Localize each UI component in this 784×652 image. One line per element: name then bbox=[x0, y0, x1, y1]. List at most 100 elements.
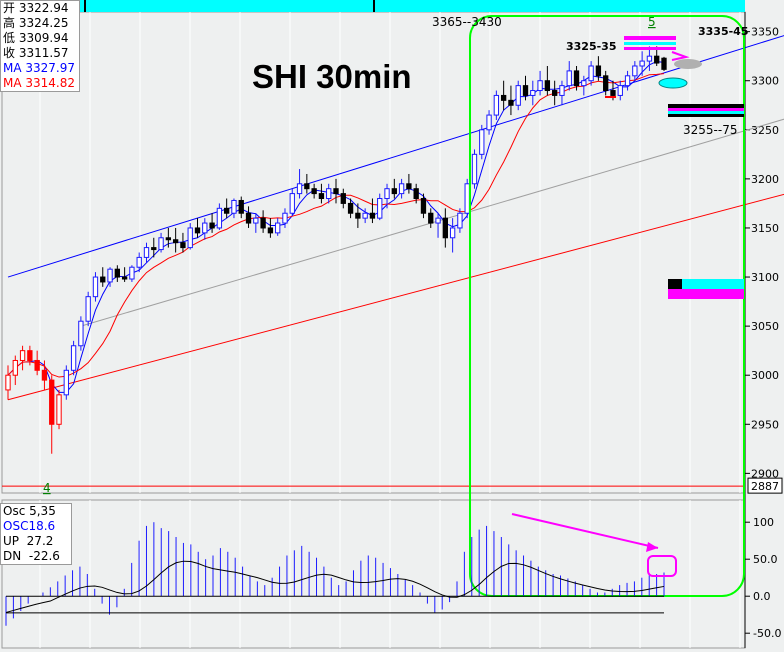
candle-body bbox=[245, 212, 252, 224]
candle-body bbox=[355, 212, 361, 219]
candle-body bbox=[347, 202, 354, 214]
candle-body bbox=[78, 320, 84, 347]
cyan-zone-bar bbox=[624, 42, 676, 45]
candle-body bbox=[282, 212, 288, 224]
candle-body bbox=[493, 94, 500, 116]
candle-body bbox=[129, 266, 135, 280]
osc-tick-label: 100 bbox=[753, 516, 774, 529]
candle-body bbox=[391, 188, 397, 195]
range-label: 3365--3430 bbox=[432, 15, 502, 29]
gray-ellipse bbox=[674, 59, 702, 69]
candle-body bbox=[311, 188, 317, 195]
candle-body bbox=[143, 247, 150, 258]
top-color-bar bbox=[80, 0, 745, 12]
price-tick-label: 3150 bbox=[751, 222, 779, 235]
osc-panel bbox=[1, 499, 746, 649]
candle-body bbox=[34, 359, 40, 371]
candle-body bbox=[508, 99, 514, 106]
level-3325-label: 3325-35 bbox=[566, 40, 617, 53]
osc-tick-label: -50.0 bbox=[753, 627, 781, 640]
candle-body bbox=[362, 212, 368, 219]
candle-body bbox=[41, 369, 48, 381]
candle-body bbox=[435, 217, 441, 224]
candle-body bbox=[661, 57, 667, 70]
high-value: 3324.25 bbox=[18, 16, 69, 30]
price-tick-label: 3300 bbox=[751, 75, 779, 88]
candle-body bbox=[588, 65, 594, 82]
candle-body bbox=[581, 80, 587, 87]
candle-body bbox=[340, 193, 346, 204]
candle-body bbox=[632, 65, 638, 77]
osc-tick-label: 50.0 bbox=[753, 553, 778, 566]
candle-body bbox=[646, 55, 653, 62]
candle-body bbox=[479, 129, 485, 155]
candle-body bbox=[114, 268, 120, 278]
current-price-label: 2887 bbox=[751, 480, 779, 493]
high-row: 高 3324.25 bbox=[3, 16, 69, 30]
candle-body bbox=[442, 217, 448, 239]
candle-body bbox=[27, 350, 33, 361]
wave5-label: 5 bbox=[648, 15, 656, 29]
candle-body bbox=[654, 55, 660, 64]
price-tick-label: 3000 bbox=[751, 369, 779, 382]
candle-body bbox=[63, 369, 69, 396]
candle-body bbox=[610, 90, 616, 96]
candle-body bbox=[202, 222, 208, 234]
zone-magenta-block bbox=[668, 289, 744, 299]
candle-body bbox=[420, 198, 427, 214]
cyan-ellipse bbox=[658, 77, 688, 89]
candle-body bbox=[457, 212, 463, 229]
candle-body bbox=[172, 239, 179, 244]
candle-body bbox=[559, 85, 565, 96]
magenta-zone-bar bbox=[624, 36, 676, 40]
candle-body bbox=[238, 199, 244, 214]
candle-body bbox=[413, 188, 419, 200]
chart-title: SHI 30min bbox=[252, 58, 412, 95]
candle-body bbox=[275, 222, 281, 234]
zone-black-bar bbox=[668, 104, 744, 108]
candle-body bbox=[515, 85, 521, 106]
candle-body bbox=[566, 70, 572, 87]
candle-body bbox=[449, 227, 456, 239]
osc-tick-label: 0.0 bbox=[753, 590, 771, 603]
osc-up-row: UP 27.2 bbox=[3, 534, 54, 548]
zone-cyan-block bbox=[682, 279, 744, 289]
candle-body bbox=[70, 345, 77, 371]
candle-body bbox=[194, 227, 201, 234]
candle-body bbox=[209, 222, 215, 229]
candle-body bbox=[304, 183, 310, 190]
candle-body bbox=[406, 183, 412, 190]
chart-window: { "chart_data": { "type": "candlestick",… bbox=[0, 0, 784, 652]
wave4-label: 4 bbox=[43, 481, 51, 495]
candle-body bbox=[624, 75, 631, 87]
candle-body bbox=[500, 94, 507, 101]
close-row: 收 3311.57 bbox=[3, 46, 69, 60]
candle-body bbox=[107, 268, 113, 283]
osc-panel-legend: Osc 5,35 OSC18.6 UP 27.2 DN -22.6 bbox=[0, 503, 72, 565]
low-row: 低 3309.94 bbox=[3, 31, 69, 45]
candle-body bbox=[260, 217, 266, 229]
candle-body bbox=[377, 198, 383, 219]
zone-cyan-bar bbox=[668, 111, 744, 114]
candle-body bbox=[187, 227, 193, 249]
candle-body bbox=[603, 75, 609, 92]
candle-body bbox=[296, 183, 303, 195]
chart-svg: 3350330032503200315031003050300029502900… bbox=[0, 0, 784, 652]
ma-red-row: MA 3314.82 bbox=[3, 76, 75, 90]
candle-body bbox=[573, 70, 580, 87]
candle-body bbox=[369, 212, 376, 219]
candle-body bbox=[289, 193, 295, 214]
price-tick-label: 3100 bbox=[751, 271, 779, 284]
candle-body bbox=[5, 374, 11, 391]
candle-body bbox=[216, 207, 223, 229]
candle-body bbox=[85, 296, 91, 322]
price-tick-label: 3250 bbox=[751, 124, 779, 137]
candle-body bbox=[224, 207, 230, 214]
candle-body bbox=[428, 212, 434, 224]
candle-body bbox=[158, 237, 164, 251]
candle-body bbox=[384, 188, 390, 200]
candle-body bbox=[552, 90, 558, 96]
ma-blue-row: MA 3327.97 bbox=[3, 61, 75, 75]
ohlc-panel: 开 3322.94 高 3324.25 低 3309.94 收 3311.57 … bbox=[0, 0, 80, 92]
close-value: 3311.57 bbox=[18, 46, 69, 60]
